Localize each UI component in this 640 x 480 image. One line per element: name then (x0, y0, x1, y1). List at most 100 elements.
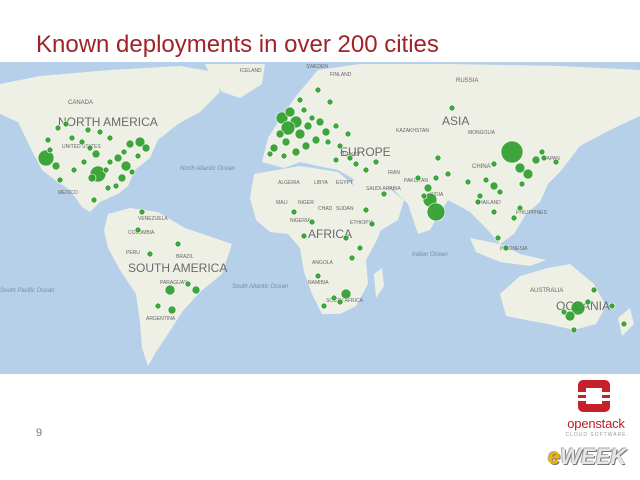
label-chad: CHAD (318, 206, 333, 212)
deployment-marker (56, 176, 64, 184)
deployment-marker (174, 240, 182, 248)
deployment-marker (106, 158, 114, 166)
deployment-marker (78, 138, 86, 146)
label-brazil: BRAZIL (176, 254, 194, 260)
deployment-marker (522, 168, 534, 180)
slide-title: Known deployments in over 200 cities (36, 31, 439, 58)
deployment-marker (423, 183, 433, 193)
deployment-marker (315, 117, 325, 127)
deployment-marker (420, 192, 428, 200)
deployment-marker (291, 147, 301, 157)
deployment-marker (332, 156, 340, 164)
deployment-marker (356, 244, 364, 252)
deployment-marker (296, 96, 304, 104)
deployment-marker (496, 188, 504, 196)
label-mongolia: MONGOLIA (468, 130, 496, 136)
deployment-marker (311, 135, 321, 145)
deployment-marker (570, 326, 578, 334)
slide-number: 9 (36, 427, 43, 439)
deployment-marker (91, 149, 101, 159)
deployment-marker (300, 106, 308, 114)
deployment-marker (344, 130, 352, 138)
deployment-marker (414, 174, 422, 182)
deployment-marker (518, 180, 526, 188)
deployment-marker (608, 302, 616, 310)
deployment-marker (146, 250, 154, 258)
deployment-marker (290, 208, 298, 216)
deployment-marker (516, 204, 524, 212)
label-iran: IRAN (388, 170, 400, 176)
deployment-marker (372, 158, 380, 166)
deployment-marker (90, 196, 98, 204)
deployment-marker (281, 137, 291, 147)
label-indian-ocean: Indian Ocean (412, 252, 448, 258)
deployment-marker (167, 305, 177, 315)
openstack-logo: openstack CLOUD SOFTWARE (558, 378, 634, 442)
deployment-marker (86, 144, 94, 152)
deployment-marker (432, 174, 440, 182)
openstack-tagline: CLOUD SOFTWARE (565, 432, 627, 438)
deployment-marker (280, 152, 288, 160)
label-north-america: NORTH AMERICA (58, 115, 158, 129)
deployment-marker (104, 184, 112, 192)
label-iceland: ICELAND (240, 68, 262, 74)
deployment-marker (184, 280, 192, 288)
deployment-marker (106, 134, 114, 142)
deployment-marker (620, 320, 628, 328)
deployment-marker (141, 143, 151, 153)
deployment-marker (154, 302, 162, 310)
deployment-marker (426, 202, 446, 222)
label-mali: MALI (276, 200, 288, 206)
deployment-marker (80, 158, 88, 166)
deployment-marker (120, 160, 132, 172)
deployment-marker (476, 192, 484, 200)
label-south-america: SOUTH AMERICA (128, 261, 227, 275)
deployment-marker (324, 138, 332, 146)
label-finland: FINLAND (330, 72, 352, 78)
label-libya: LIBYA (314, 180, 328, 186)
deployment-marker (346, 154, 354, 162)
deployment-marker (584, 298, 592, 306)
deployment-marker (164, 284, 176, 296)
deployment-marker (336, 298, 344, 306)
openstack-logo-icon (578, 380, 610, 412)
deployment-marker (96, 128, 104, 136)
deployment-marker (502, 244, 510, 252)
deployment-marker (326, 98, 334, 106)
deployment-marker (294, 128, 306, 140)
label-algeria: ALGERIA (278, 180, 300, 186)
deployment-marker (303, 121, 313, 131)
label-argentina: ARGENTINA (146, 316, 176, 322)
deployment-marker (54, 124, 62, 132)
world-map: NORTH AMERICA SOUTH AMERICA AFRICA ASIA … (0, 62, 640, 374)
deployment-marker (500, 140, 524, 164)
label-south-atlantic: South Atlantic Ocean (232, 284, 289, 290)
label-sweden: SWEDEN (306, 64, 328, 70)
deployment-marker (362, 206, 370, 214)
deployment-marker (62, 120, 70, 128)
deployment-marker (444, 170, 452, 178)
deployment-marker (540, 154, 548, 162)
label-south-pacific: South Pacific Ocean (0, 288, 55, 294)
deployment-marker (134, 226, 142, 234)
deployment-marker (448, 104, 456, 112)
deployment-marker (321, 127, 331, 137)
label-north-atlantic: North Atlantic Ocean (180, 166, 236, 172)
deployment-marker (138, 208, 146, 216)
label-paraguay: PARAGUAY (160, 280, 188, 286)
deployment-marker (128, 168, 136, 176)
deployment-marker (68, 134, 76, 142)
deployment-marker (362, 166, 370, 174)
label-mexico: MEXICO (58, 190, 78, 196)
deployment-marker (489, 181, 499, 191)
deployment-marker (284, 106, 296, 118)
label-kazakhstan: KAZAKHSTAN (396, 128, 429, 134)
deployment-marker (552, 158, 560, 166)
deployment-marker (191, 285, 201, 295)
label-australia: AUSTRALIA (530, 288, 563, 294)
label-peru: PERU (126, 250, 140, 256)
deployment-marker (368, 220, 376, 228)
label-russia: RUSSIA (456, 78, 478, 84)
deployment-marker (44, 136, 52, 144)
openstack-wordmark: openstack (567, 416, 625, 431)
